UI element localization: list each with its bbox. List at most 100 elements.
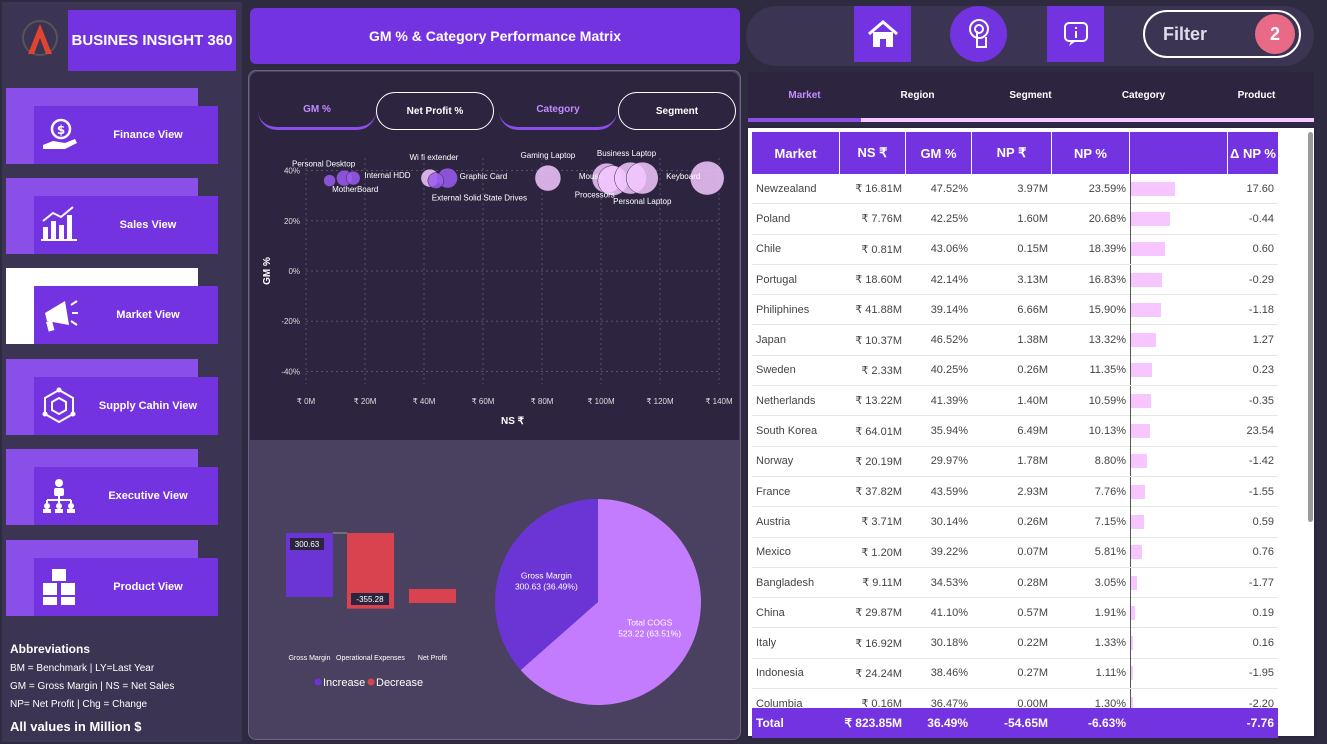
nav-card[interactable]: $ Finance View <box>34 106 218 164</box>
col-market[interactable]: Market <box>752 132 840 174</box>
nav-item-market-view[interactable]: Market View <box>6 268 218 344</box>
table-row[interactable]: Sweden ₹ 2.33M 40.25% 0.26M 11.35% 0.23 <box>752 355 1278 387</box>
touch-button[interactable] <box>950 6 1007 62</box>
np-pct-bar <box>1131 454 1148 469</box>
pie-slice-value: 300.63 (36.49%) <box>515 582 578 592</box>
nav-card[interactable]: Supply Cahin View <box>34 377 218 435</box>
tab-net-profit-percent[interactable]: Net Profit % <box>376 92 494 130</box>
cell-delta-np: 0.59 <box>1252 515 1274 528</box>
cell-delta-np: 0.16 <box>1252 637 1274 650</box>
point-label: Personal Laptop <box>613 197 672 206</box>
cell-gm: 39.22% <box>930 546 968 559</box>
tab-market[interactable]: Market <box>748 90 861 101</box>
page-title: GM % & Category Performance Matrix <box>250 8 740 64</box>
scatter-point <box>626 161 659 195</box>
np-pct-bar <box>1131 272 1163 287</box>
cell-np-pct: 16.83% <box>1088 273 1126 286</box>
cell-bar <box>1130 476 1228 507</box>
table-row[interactable]: Norway ₹ 20.19M 29.97% 1.78M 8.80% -1.42 <box>752 446 1278 477</box>
nav-item-product-view[interactable]: Product View <box>6 540 218 616</box>
brand-title: BUSINES INSIGHT 360 <box>68 10 236 71</box>
table-row[interactable]: China ₹ 29.87M 41.10% 0.57M 1.91% 0.19 <box>752 597 1278 629</box>
cell-bar <box>1130 174 1228 204</box>
nav-card[interactable]: Sales View <box>34 196 218 254</box>
tab-product[interactable]: Product <box>1200 90 1313 101</box>
table-row[interactable]: France ₹ 37.82M 43.59% 2.93M 7.76% -1.55 <box>752 476 1278 508</box>
table-row[interactable]: Chile ₹ 0.81M 43.06% 0.15M 18.39% 0.60 <box>752 234 1278 265</box>
hand-money-icon: $ <box>34 115 84 155</box>
point-label: Keyboard <box>666 172 700 181</box>
cell-delta-np: -1.18 <box>1248 303 1274 316</box>
np-pct-bar <box>1131 575 1137 590</box>
abbreviation-line: GM = Gross Margin | NS = Net Sales <box>10 681 175 692</box>
nav-item-sales-view[interactable]: Sales View <box>6 178 218 254</box>
cell-market: Columbia <box>756 697 803 708</box>
tab-segment-right[interactable]: Segment <box>974 90 1087 101</box>
table-scrollbar[interactable] <box>1308 132 1313 522</box>
total-np-pct: -6.63% <box>1087 716 1126 730</box>
np-pct-bar <box>1131 333 1156 348</box>
tab-gm-percent[interactable]: GM % <box>258 92 376 130</box>
waterfall-chart: Gross Margin Operational Expenses Net Prof… <box>286 532 456 689</box>
cell-np: 0.22M <box>1017 637 1048 650</box>
scatter-chart: 40%20%0%-20%-40%₹ 0M ₹ 20M ₹ 40M ₹ 60M ₹ 80M… <box>262 149 733 427</box>
table-row[interactable]: Philiphines ₹ 41.88M 39.14% 6.66M 15.90% -1.1… <box>752 294 1278 326</box>
cell-delta-np: 0.23 <box>1252 364 1274 377</box>
col-np[interactable]: NP ₹ <box>972 132 1052 174</box>
cell-np: 1.78M <box>1017 455 1048 468</box>
nav-card[interactable]: Product View <box>34 558 218 616</box>
table-row[interactable]: Japan ₹ 10.37M 46.52% 1.38M 13.32% 1.27 <box>752 325 1278 356</box>
col-delta-np[interactable]: Δ NP % <box>1228 132 1278 174</box>
cell-gm: 42.25% <box>930 212 968 225</box>
tab-region[interactable]: Region <box>861 90 974 101</box>
cell-market: Austria <box>756 515 791 528</box>
cell-ns: ₹ 37.82M <box>855 486 902 499</box>
cell-gm: 47.52% <box>930 182 968 195</box>
cell-bar <box>1130 325 1228 356</box>
table-row[interactable]: Bangladesh ₹ 9.11M 34.53% 0.28M 3.05% -1.77 <box>752 567 1278 599</box>
cell-np-pct: 1.11% <box>1095 667 1126 680</box>
table-row[interactable]: Indonesia ₹ 24.24M 38.46% 0.27M 1.11% -1.95 <box>752 658 1278 690</box>
table-row[interactable]: Portugal ₹ 18.60M 42.14% 3.13M 16.83% -0.29 <box>752 264 1278 296</box>
cell-np-pct: 3.05% <box>1094 576 1126 589</box>
org-chart-icon <box>34 476 84 516</box>
table-row[interactable]: Newzealand ₹ 16.81M 47.52% 3.97M 23.59% 17.60 <box>752 174 1278 205</box>
tab-underline <box>748 118 1314 122</box>
tab-segment[interactable]: Segment <box>618 92 736 130</box>
abbreviation-line: NP= Net Profit | Chg = Change <box>10 699 148 710</box>
nav-item-executive-view[interactable]: Executive View <box>6 449 218 525</box>
cell-bar <box>1130 688 1228 708</box>
cell-np: 1.38M <box>1017 334 1048 347</box>
filter-button[interactable]: Filter 2 <box>1143 10 1301 58</box>
total-np: -54.65M <box>1003 716 1048 730</box>
home-button[interactable] <box>854 6 911 62</box>
nav-label: Market View <box>116 309 180 321</box>
cell-ns: ₹ 9.11M <box>862 577 902 589</box>
nav-item-finance-view[interactable]: $ Finance View <box>6 88 218 164</box>
table-row[interactable]: Columbia ₹ 0.16M 36.47% 0.00M 1.30% -2.20 <box>752 688 1278 708</box>
tab-category[interactable]: Category <box>499 92 617 130</box>
nav-card[interactable]: Market View <box>34 286 218 344</box>
cell-delta-np: -2.20 <box>1248 697 1274 708</box>
col-np-pct[interactable]: NP % <box>1052 132 1130 174</box>
x-tick-label: ₹ 100M <box>587 397 615 406</box>
col-gm[interactable]: GM % <box>906 132 972 174</box>
info-button[interactable] <box>1047 6 1104 62</box>
cell-np: 2.93M <box>1017 485 1048 498</box>
nav-item-supply-cahin-view[interactable]: Supply Cahin View <box>6 359 218 435</box>
tab-category-right[interactable]: Category <box>1087 90 1200 101</box>
cell-bar <box>1130 203 1228 234</box>
table-row[interactable]: Italy ₹ 16.92M 30.18% 0.22M 1.33% 0.16 <box>752 628 1278 659</box>
col-ns[interactable]: NS ₹ <box>840 132 906 174</box>
cell-np: 0.15M <box>1017 243 1048 256</box>
table-row[interactable]: Netherlands ₹ 13.22M 41.39% 1.40M 10.59% -0.3… <box>752 385 1278 417</box>
cell-delta-np: 0.19 <box>1252 606 1274 619</box>
nav-card[interactable]: Executive View <box>34 467 218 525</box>
point-label: Graphic Card <box>460 172 508 181</box>
legend-increase-marker <box>314 678 322 686</box>
cell-market: South Korea <box>756 425 818 438</box>
table-row[interactable]: Poland ₹ 7.76M 42.25% 1.60M 20.68% -0.44 <box>752 203 1278 235</box>
table-row[interactable]: Austria ₹ 3.71M 30.14% 0.26M 7.15% 0.59 <box>752 506 1278 538</box>
table-row[interactable]: Mexico ₹ 1.20M 39.22% 0.07M 5.81% 0.76 <box>752 537 1278 568</box>
table-row[interactable]: South Korea ₹ 64.01M 35.94% 6.49M 10.13% 23.5… <box>752 416 1278 447</box>
